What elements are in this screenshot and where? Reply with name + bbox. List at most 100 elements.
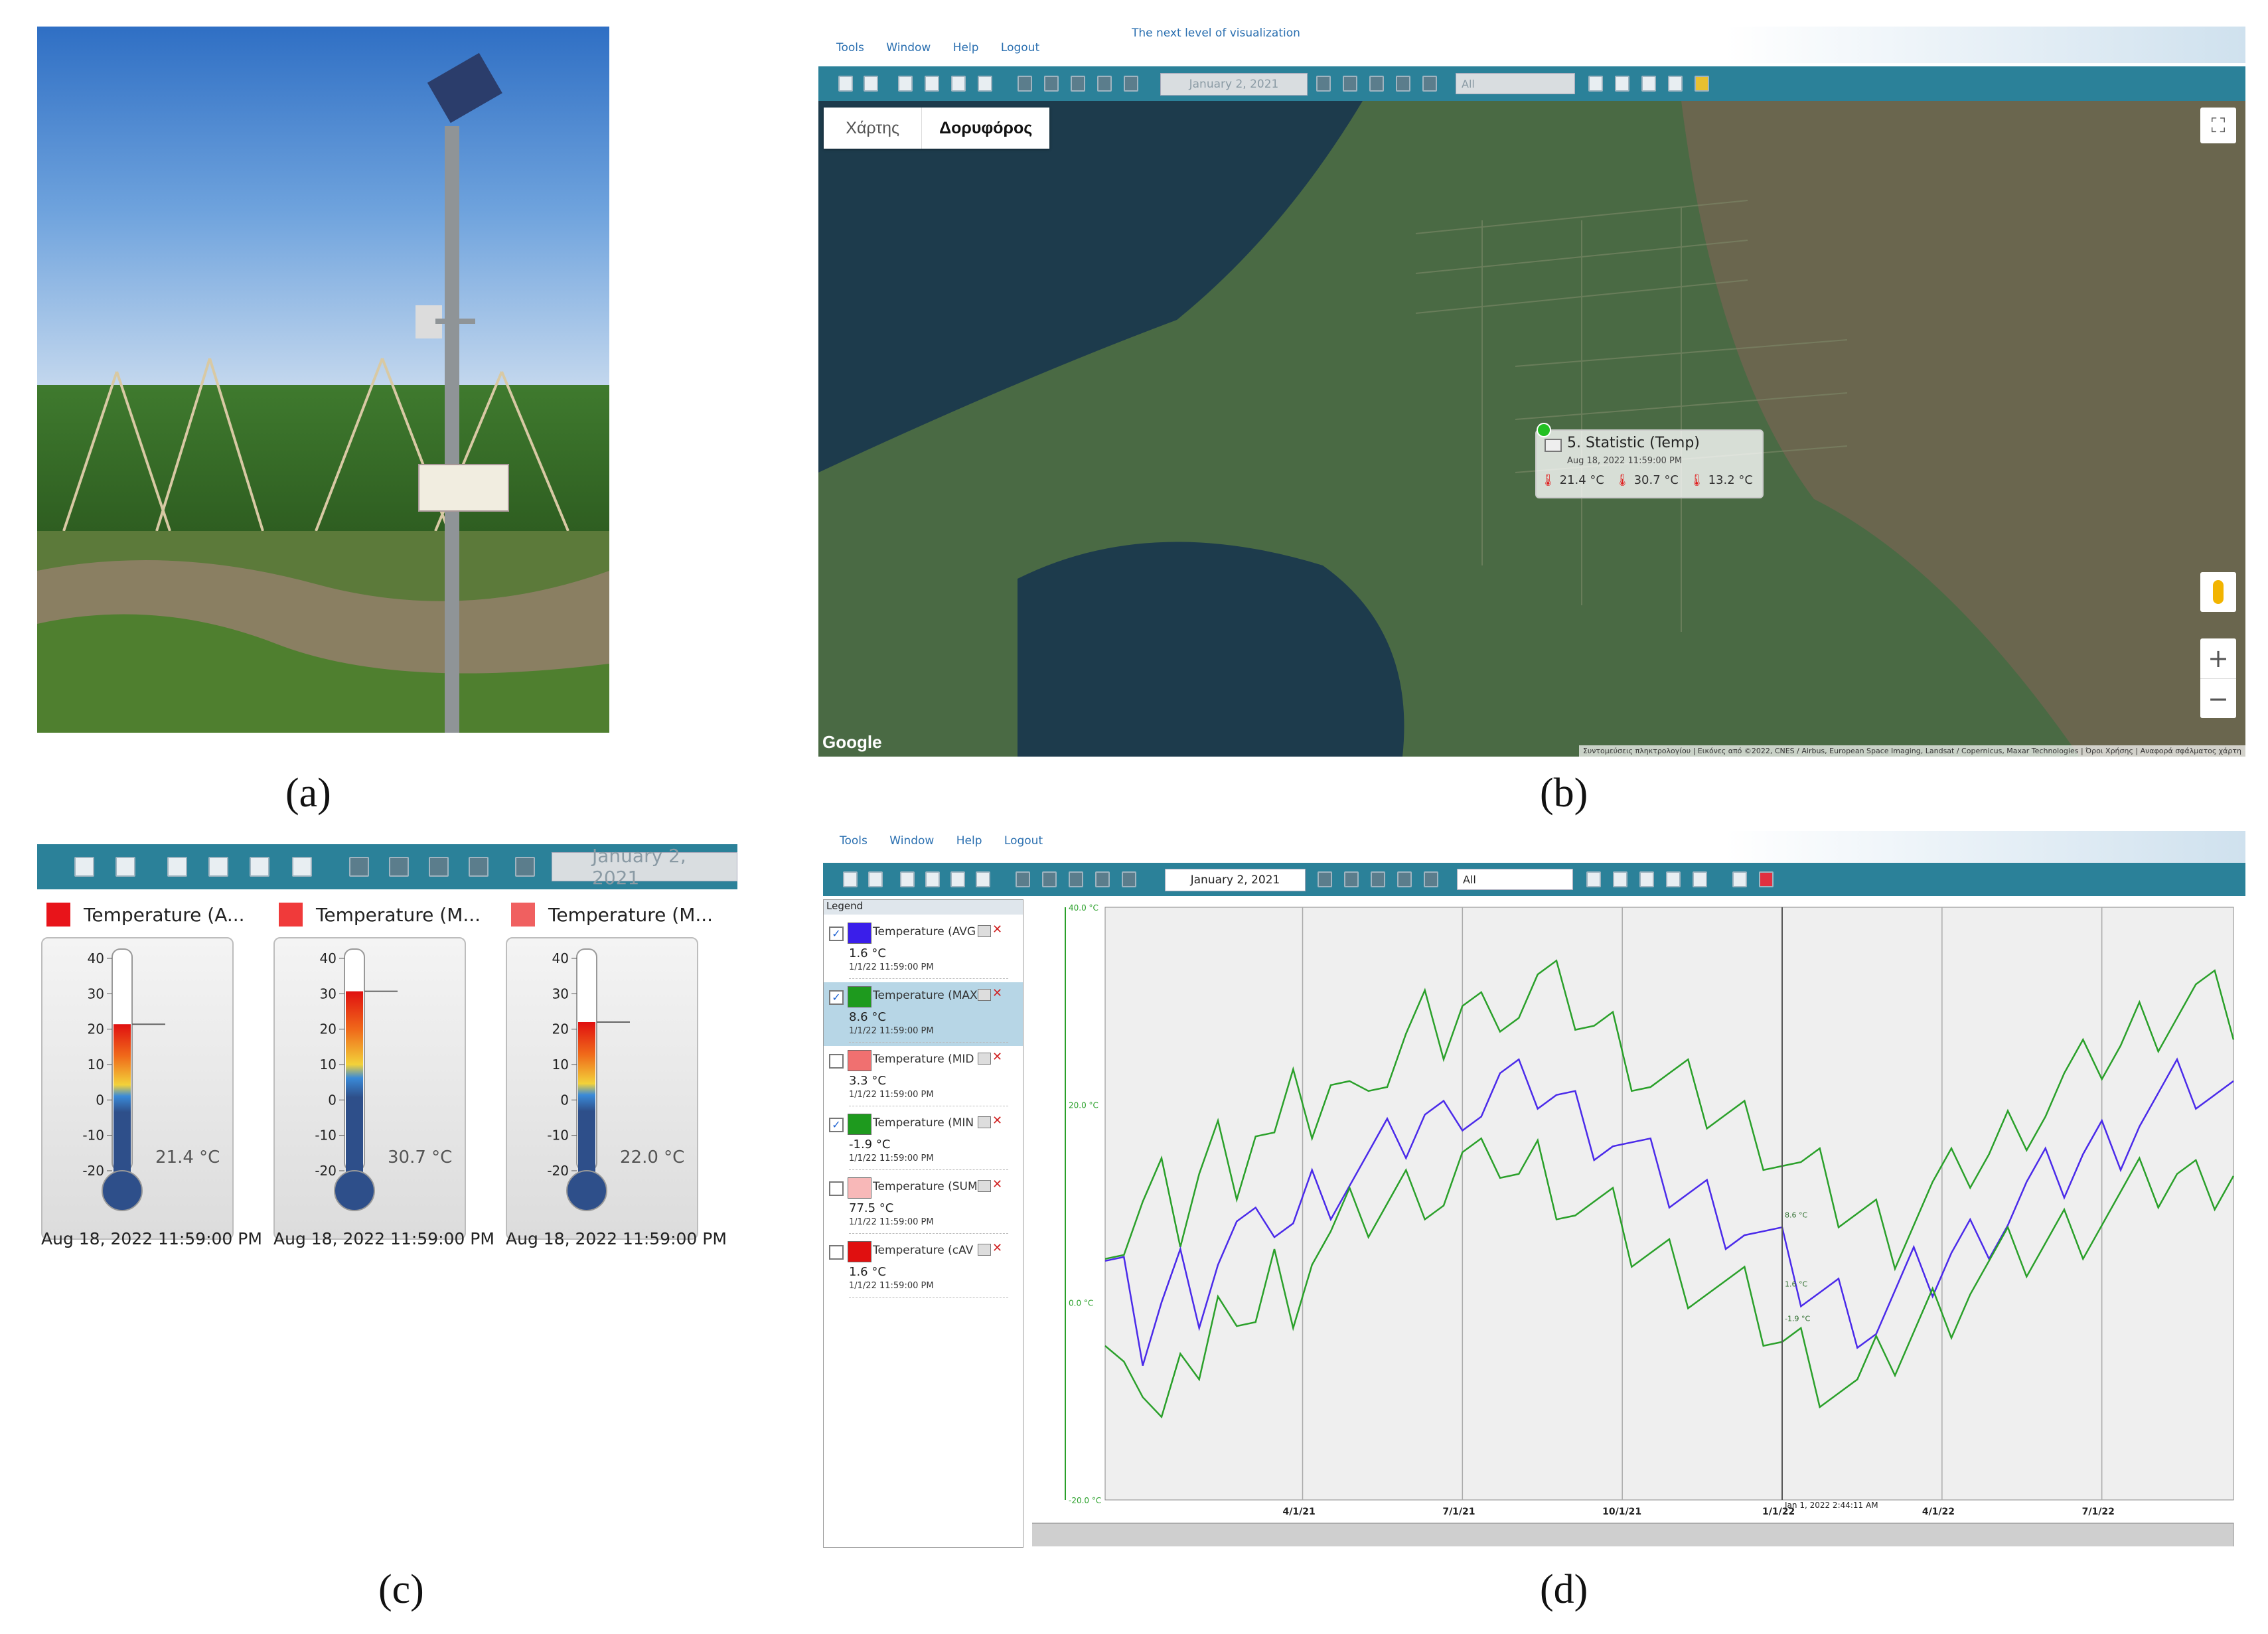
table-icon[interactable] [1615,76,1629,92]
series-swatch[interactable] [848,986,871,1007]
date-field-c[interactable]: January 2, 2021 [552,845,737,889]
back-30-icon[interactable] [1042,871,1057,887]
legend-item[interactable]: Temperature (cAV ✕ 1.6 °C 1/1/22 11:59:0… [824,1237,1023,1301]
zoom-in-button[interactable]: + [2200,638,2236,679]
menu-window[interactable]: Window [886,41,931,54]
menu-tools[interactable]: Tools [840,834,868,848]
prev-icon[interactable] [515,857,535,877]
remove-icon[interactable]: ✕ [992,1241,1002,1255]
remove-icon[interactable]: ✕ [992,986,1002,1000]
save-as-icon[interactable] [868,871,883,887]
fwd-7-icon[interactable] [1369,76,1384,92]
remove-icon[interactable]: ✕ [992,1050,1002,1064]
save-icon[interactable] [843,871,858,887]
back-1-icon[interactable] [1095,871,1110,887]
back-30-icon[interactable] [1044,76,1059,92]
street-view-button[interactable] [2200,572,2236,612]
station-popup[interactable]: 5. Statistic (Temp) Aug 18, 2022 11:59:0… [1535,423,1764,498]
checkbox[interactable] [829,1054,844,1069]
map-icon[interactable] [1693,871,1707,887]
back-1-icon[interactable] [469,857,489,877]
save-as-icon[interactable] [864,76,878,92]
alert-icon[interactable] [1759,871,1774,887]
csv-icon[interactable] [250,857,269,877]
checkbox[interactable] [829,1245,844,1260]
series-swatch[interactable] [848,923,871,944]
back-7-icon[interactable] [1069,871,1083,887]
legend-item[interactable]: ✓ Temperature (MIN ✕ -1.9 °C 1/1/22 11:5… [824,1110,1023,1173]
menu-logout[interactable]: Logout [1004,834,1043,848]
sum-icon[interactable] [1732,871,1747,887]
zoom-out-button[interactable]: − [2200,679,2236,719]
series-swatch[interactable] [848,1050,871,1071]
menu-help[interactable]: Help [956,834,982,848]
satellite-map[interactable]: Χάρτης Δορυφόρος ⛶ 5. Statistic (Temp) A… [818,101,2245,757]
checkbox-checked[interactable]: ✓ [829,927,844,941]
first-icon[interactable] [349,857,369,877]
first-icon[interactable] [1016,871,1030,887]
tab-map[interactable]: Χάρτης [824,108,923,149]
legend-item[interactable]: ✓ Temperature (MAX ✕ 8.6 °C 1/1/22 11:59… [824,982,1023,1046]
series-swatch[interactable] [848,1177,871,1199]
print-icon[interactable] [167,857,187,877]
report-icon[interactable] [292,857,312,877]
fwd-30-icon[interactable] [1396,76,1410,92]
settings-icon[interactable] [978,1116,991,1128]
remove-icon[interactable]: ✕ [992,1177,1002,1191]
filter-select-b[interactable]: All [1456,73,1575,94]
date-field-b[interactable]: January 2, 2021 [1160,73,1308,96]
checkbox-checked[interactable]: ✓ [829,1118,844,1132]
remove-icon[interactable]: ✕ [992,1114,1002,1128]
tab-satellite[interactable]: Δορυφόρος [922,108,1049,149]
checkbox[interactable] [829,1181,844,1196]
csv-icon[interactable] [951,76,966,92]
map-attribution[interactable]: Συντομεύσεις πληκτρολογίου | Εικόνες από… [1578,745,2245,757]
prev-icon[interactable] [1124,76,1138,92]
back-1-icon[interactable] [1097,76,1112,92]
settings-icon[interactable] [978,1244,991,1256]
next-icon[interactable] [1318,871,1332,887]
save-icon[interactable] [838,76,853,92]
prev-icon[interactable] [1122,871,1136,887]
date-field-d[interactable]: January 2, 2021 [1165,869,1306,891]
last-icon[interactable] [1424,871,1438,887]
legend-item[interactable]: Temperature (MID ✕ 3.3 °C 1/1/22 11:59:0… [824,1046,1023,1110]
menu-window[interactable]: Window [889,834,934,848]
print-icon[interactable] [900,871,915,887]
settings-icon[interactable] [978,925,991,937]
series-swatch[interactable] [848,1241,871,1262]
legend-item[interactable]: ✓ Temperature (AVG ✕ 1.6 °C 1/1/22 11:59… [824,919,1023,982]
filter-select-d[interactable]: All [1457,869,1573,890]
gauge-icon[interactable] [1639,871,1654,887]
menu-help[interactable]: Help [953,41,979,54]
fwd-7-icon[interactable] [1371,871,1385,887]
pdf-icon[interactable] [208,857,228,877]
chart-area[interactable]: 40.0 °C20.0 °C0.0 °C-20.0 °C4/1/214/1/21… [992,899,2245,1548]
thermometer-icon[interactable] [1668,76,1683,92]
report-icon[interactable] [976,871,990,887]
first-icon[interactable] [1018,76,1032,92]
fwd-30-icon[interactable] [1397,871,1412,887]
settings-icon[interactable] [978,1053,991,1065]
table-icon[interactable] [1613,871,1627,887]
save-icon[interactable] [74,857,94,877]
remove-icon[interactable]: ✕ [992,923,1002,936]
back-7-icon[interactable] [1071,76,1085,92]
checkbox-checked[interactable]: ✓ [829,990,844,1005]
thermometer-icon[interactable] [1666,871,1681,887]
fwd-1-icon[interactable] [1343,76,1357,92]
settings-icon[interactable] [978,1180,991,1192]
pdf-icon[interactable] [925,871,940,887]
chart-icon[interactable] [1588,76,1603,92]
gauge-icon[interactable] [1641,76,1656,92]
pdf-icon[interactable] [925,76,939,92]
back-7-icon[interactable] [429,857,449,877]
series-swatch[interactable] [848,1114,871,1135]
save-as-icon[interactable] [115,857,135,877]
report-icon[interactable] [978,76,992,92]
csv-icon[interactable] [950,871,965,887]
back-30-icon[interactable] [389,857,409,877]
menu-tools[interactable]: Tools [836,41,864,54]
print-icon[interactable] [898,76,913,92]
next-icon[interactable] [1316,76,1331,92]
